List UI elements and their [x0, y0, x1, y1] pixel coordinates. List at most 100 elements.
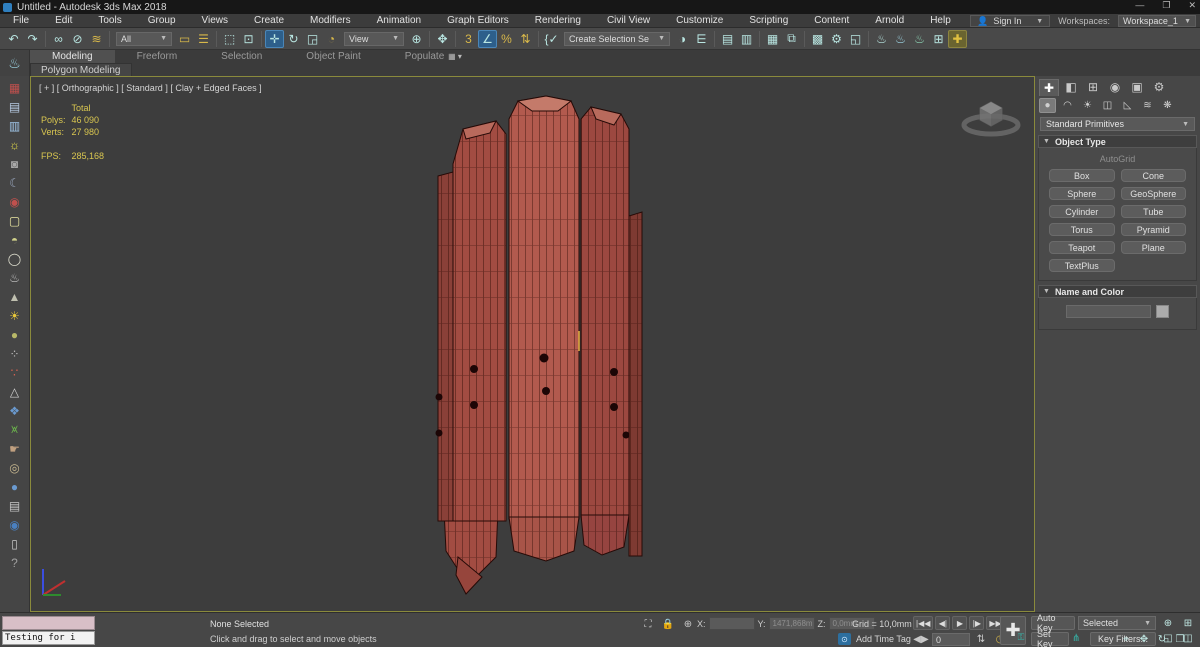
time-tag-icon[interactable]: ⊙: [838, 633, 851, 645]
menu-tools[interactable]: Tools: [85, 14, 134, 28]
reference-coordinate-dropdown[interactable]: View▼: [344, 32, 404, 46]
maximize-button[interactable]: ❐: [1162, 0, 1170, 11]
ribbon-tab-object-paint[interactable]: Object Paint: [284, 50, 382, 63]
viewport[interactable]: [ + ] [ Orthographic ] [ Standard ] [ Cl…: [30, 76, 1035, 612]
next-frame-button[interactable]: |▶: [969, 616, 984, 630]
object-type-rollout-header[interactable]: ▼ Object Type: [1038, 135, 1197, 148]
viewport-label[interactable]: [ + ] [ Orthographic ] [ Standard ] [ Cl…: [39, 83, 262, 93]
auto-key-button[interactable]: Auto Key: [1031, 616, 1075, 630]
polygon-modeling-rollout[interactable]: Polygon Modeling: [30, 63, 132, 76]
grass-icon[interactable]: ⩙: [4, 420, 26, 439]
subtab-space-warps[interactable]: ≋: [1139, 98, 1156, 113]
circle-icon[interactable]: ◯: [4, 249, 26, 268]
sphere-flag-icon[interactable]: ◉: [4, 515, 26, 534]
tab-modify[interactable]: ◧: [1061, 79, 1081, 96]
ribbon-tab-modeling[interactable]: Modeling: [30, 50, 115, 63]
sun-icon[interactable]: ☀: [4, 306, 26, 325]
bind-to-space-warp-icon[interactable]: ≋: [87, 30, 106, 48]
isolate-selection-icon[interactable]: ⛶: [640, 617, 656, 631]
render-grid-icon[interactable]: ⊞: [929, 30, 948, 48]
x-coordinate-field[interactable]: [709, 617, 755, 630]
cylinder-button[interactable]: Cylinder: [1049, 205, 1115, 218]
close-button[interactable]: ✕: [1188, 0, 1196, 11]
tab-motion[interactable]: ◉: [1105, 79, 1125, 96]
subtab-geometry[interactable]: ●: [1039, 98, 1056, 113]
maxscript-mini-listener[interactable]: Testing for i: [2, 631, 95, 645]
spinner-icon[interactable]: ⇅: [973, 632, 989, 646]
menu-group[interactable]: Group: [135, 14, 189, 28]
object-color-swatch[interactable]: [1156, 305, 1169, 318]
menu-create[interactable]: Create: [241, 14, 297, 28]
render-iterative-icon[interactable]: ♨: [891, 30, 910, 48]
menu-customize[interactable]: Customize: [663, 14, 736, 28]
spinner-snap-toggle-icon[interactable]: ⇅: [516, 30, 535, 48]
spheres-pair-icon[interactable]: ∵: [4, 363, 26, 382]
sign-in-dropdown[interactable]: 👤 Sign In ▼: [970, 15, 1050, 27]
autogrid-checkbox[interactable]: AutoGrid: [1045, 154, 1190, 164]
select-object-icon[interactable]: ▭: [175, 30, 194, 48]
name-and-color-rollout-header[interactable]: ▼ Name and Color: [1038, 285, 1197, 298]
subtab-shapes[interactable]: ◠: [1059, 98, 1076, 113]
toggle-layer-explorer-icon[interactable]: ▥: [737, 30, 756, 48]
subtab-helpers[interactable]: ◺: [1119, 98, 1136, 113]
claw-icon[interactable]: ☛: [4, 439, 26, 458]
minimize-button[interactable]: —: [1135, 0, 1144, 11]
particles-icon[interactable]: ⁘: [4, 344, 26, 363]
moon-icon[interactable]: ☾: [4, 173, 26, 192]
render-image-icon[interactable]: ▦: [4, 78, 26, 97]
menu-graph-editors[interactable]: Graph Editors: [434, 14, 522, 28]
window-crossing-icon[interactable]: ⊡: [239, 30, 258, 48]
keying-mode-icon[interactable]: ⋔: [1072, 633, 1080, 644]
spreadsheet-icon[interactable]: ▥: [4, 116, 26, 135]
box-button[interactable]: Box: [1049, 169, 1115, 182]
list-panel-icon[interactable]: ▤: [4, 97, 26, 116]
help-icon[interactable]: ?: [4, 553, 26, 572]
menu-help[interactable]: Help: [917, 14, 964, 28]
menu-civil-view[interactable]: Civil View: [594, 14, 663, 28]
select-and-rotate-icon[interactable]: ↻: [284, 30, 303, 48]
select-and-move-icon[interactable]: ✛: [265, 30, 284, 48]
select-and-link-icon[interactable]: ∞: [49, 30, 68, 48]
unlink-selection-icon[interactable]: ⊘: [68, 30, 87, 48]
menu-rendering[interactable]: Rendering: [522, 14, 594, 28]
material-editor-icon[interactable]: ▩: [808, 30, 827, 48]
tube-button[interactable]: Tube: [1121, 205, 1187, 218]
activeshade-icon[interactable]: ♨: [910, 30, 929, 48]
edit-named-selection-sets-icon[interactable]: {✓: [542, 30, 561, 48]
named-selection-sets-dropdown[interactable]: Create Selection Se▼: [564, 32, 670, 46]
plane-button[interactable]: Plane: [1121, 241, 1187, 254]
rectangular-selection-region-icon[interactable]: ⬚: [220, 30, 239, 48]
angle-snap-toggle-icon[interactable]: ∠: [478, 30, 497, 48]
select-by-name-icon[interactable]: ☰: [194, 30, 213, 48]
rounded-square-icon[interactable]: ▢: [4, 211, 26, 230]
sphere-button[interactable]: Sphere: [1049, 187, 1115, 200]
teapot-button[interactable]: Teapot: [1049, 241, 1115, 254]
red-material-icon[interactable]: ◉: [4, 192, 26, 211]
coin-icon[interactable]: ◎: [4, 458, 26, 477]
pyramid-button[interactable]: Pyramid: [1121, 223, 1187, 236]
wireframe-model[interactable]: [406, 89, 656, 599]
select-and-scale-icon[interactable]: ◲: [303, 30, 322, 48]
textplus-button[interactable]: TextPlus: [1049, 259, 1115, 272]
torus-button[interactable]: Torus: [1049, 223, 1115, 236]
primitive-category-dropdown[interactable]: Standard Primitives ▼: [1040, 117, 1195, 131]
set-key-button[interactable]: Set Key: [1031, 632, 1069, 646]
cone-button[interactable]: Cone: [1121, 169, 1187, 182]
subtab-lights[interactable]: ☀: [1079, 98, 1096, 113]
use-pivot-point-center-icon[interactable]: ⊕: [407, 30, 426, 48]
current-frame-field[interactable]: 0: [932, 633, 970, 646]
play-button[interactable]: ▶: [952, 616, 967, 630]
field-of-view-icon[interactable]: ⌖: [1118, 632, 1134, 646]
render-setup-icon[interactable]: ⚙: [827, 30, 846, 48]
add-time-tag-label[interactable]: Add Time Tag: [856, 634, 911, 644]
menu-scripting[interactable]: Scripting: [736, 14, 801, 28]
align-icon[interactable]: ⋿: [692, 30, 711, 48]
select-and-place-icon[interactable]: ◔: [322, 30, 341, 48]
projector-icon[interactable]: ◙: [4, 154, 26, 173]
pyramid-outline-icon[interactable]: △: [4, 382, 26, 401]
menu-arnold[interactable]: Arnold: [862, 14, 917, 28]
subtab-cameras[interactable]: ◫: [1099, 98, 1116, 113]
pan-hand-icon[interactable]: ✥: [1136, 632, 1152, 646]
tab-display[interactable]: ▣: [1127, 79, 1147, 96]
menu-modifiers[interactable]: Modifiers: [297, 14, 364, 28]
